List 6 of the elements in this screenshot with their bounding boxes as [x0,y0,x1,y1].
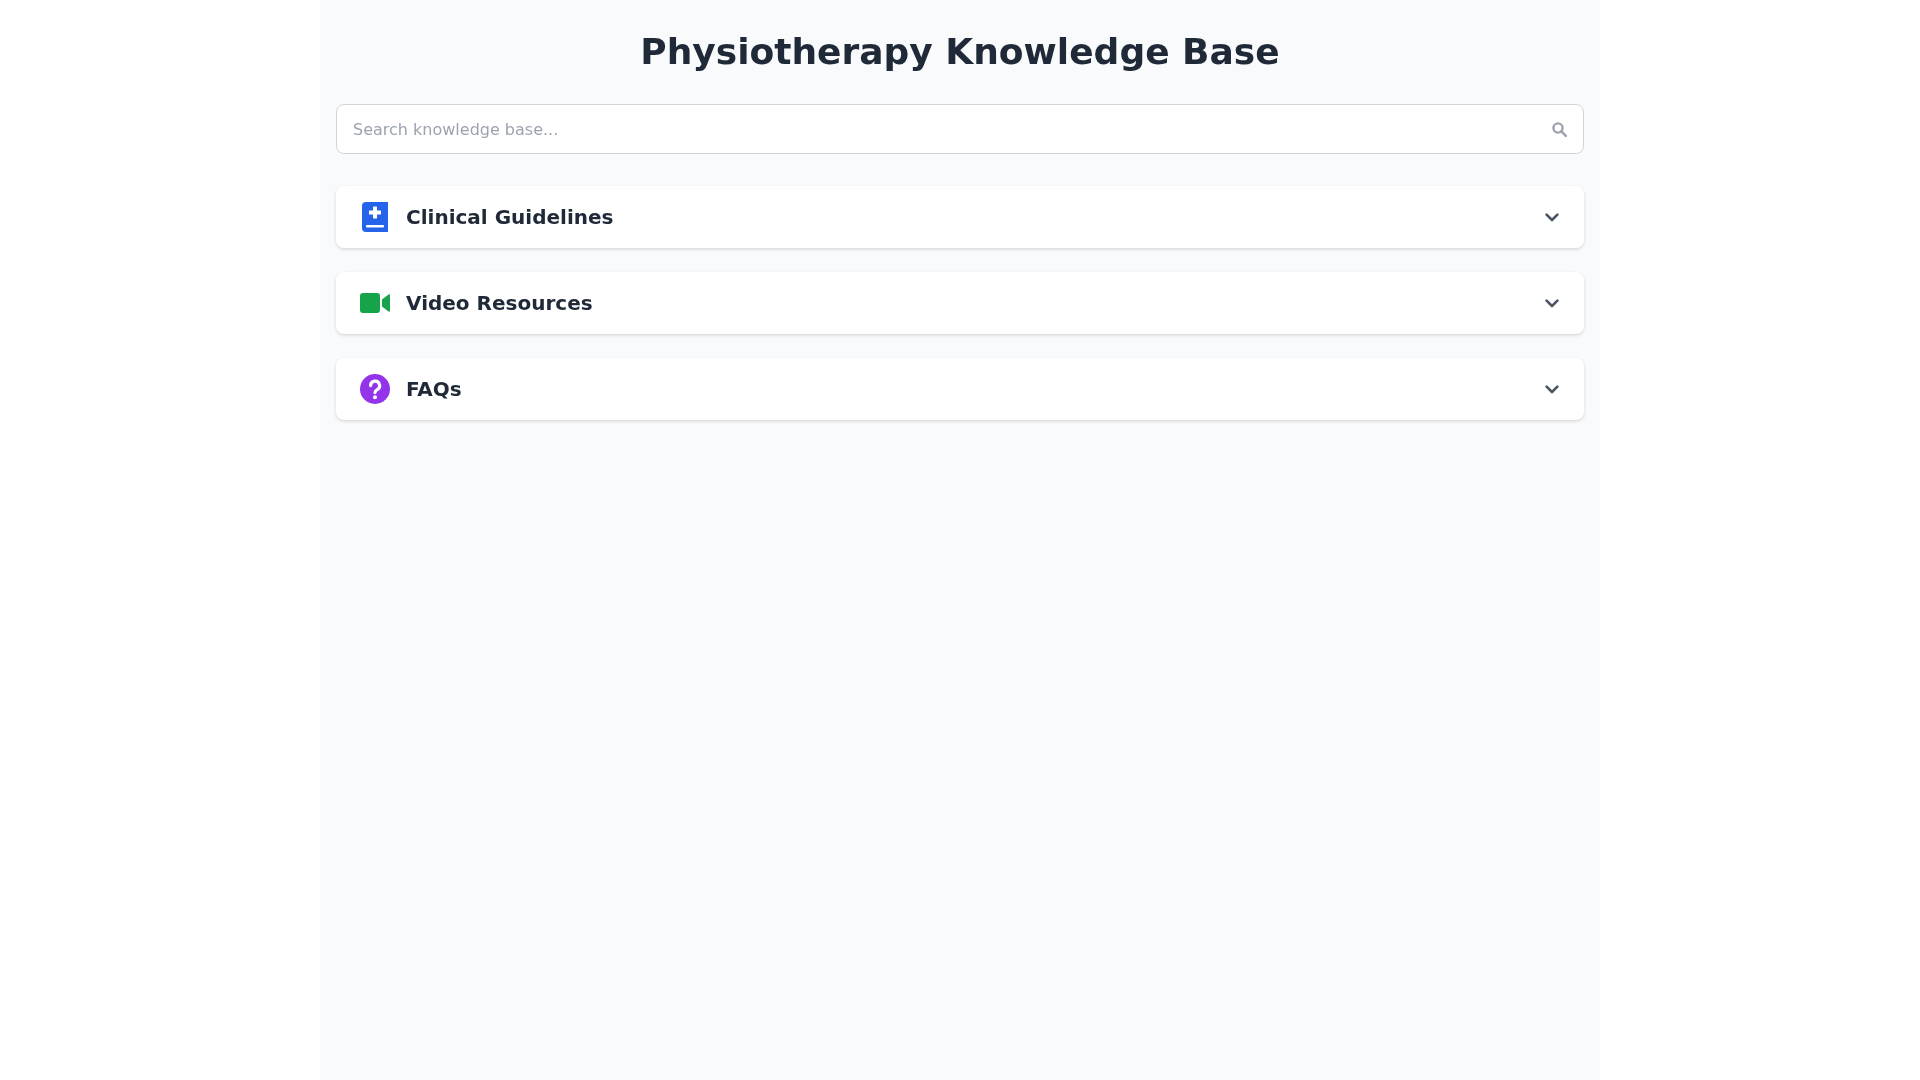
search-field[interactable]: Search knowledge base... [336,104,1584,154]
accordion-header[interactable]: FAQs [336,358,1584,420]
search-icon [1552,122,1567,137]
page-title: Physiotherapy Knowledge Base [639,32,1281,72]
accordion-header[interactable]: Video Resources [336,272,1584,334]
accordion-header[interactable]: Clinical Guidelines [336,186,1584,248]
